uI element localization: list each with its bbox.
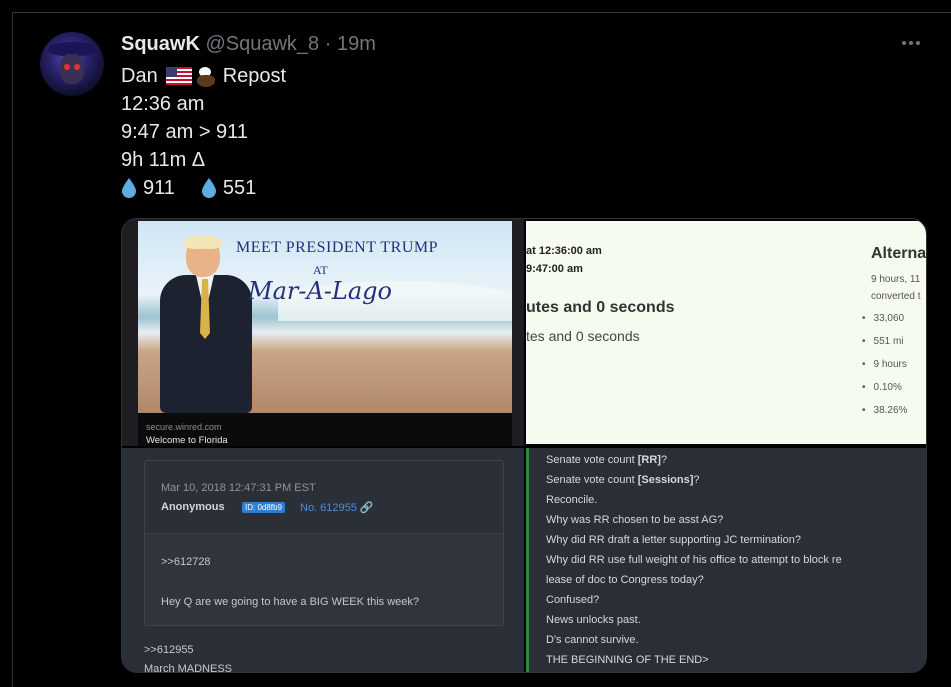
calc-bullet: 33,060 [862,311,907,334]
drop-line-2-bold: [Sessions] [637,474,694,486]
tweet-line-1-suffix: Repost [222,65,287,87]
drop-line-8: Confused? [546,594,600,606]
post-reference: >>612728 [161,556,211,568]
media-image-4[interactable]: Senate vote count [RR]? Senate vote coun… [526,448,926,672]
tweet-line-2: 12:36 am [121,93,205,115]
calc-bullet: 551 mi [862,334,907,357]
ad-venue: Mar-A-Lago [248,277,392,305]
calc-line-1: at 12:36:00 am [526,245,602,257]
avatar-eye-right [74,64,80,70]
calc-alt-title: Alterna [871,245,926,262]
media-divider-horizontal [122,446,926,448]
ad-description: Welcome to Florida [146,435,228,446]
calc-line-2: 9:47:00 am [526,263,583,275]
calc-alt-line-2: converted t [871,291,921,302]
media-image-2[interactable]: at 12:36:00 am 9:47:00 am utes and 0 sec… [526,219,926,446]
calc-subheading: tes and 0 seconds [526,328,640,344]
tweet-text: Dan Repost 12:36 am 9:47 am > 911 9h 11m… [121,62,286,202]
reply-reference: >>612955 [144,644,194,656]
person-figure [152,235,256,413]
drop-value-2: 551 [222,177,257,199]
calc-bullet: 9 hours [862,357,907,380]
drop-line-2-suffix: ? [693,474,700,486]
tweet-line-3: 9:47 am > 911 [121,121,248,143]
drop-line-9: News unlocks past. [546,614,641,626]
eagle-icon [195,65,217,87]
tweet-line-5: 911 551 [121,174,286,202]
display-name[interactable]: SquawK [121,33,200,55]
more-dot [902,41,906,45]
droplet-icon [122,178,136,198]
ad-url[interactable]: secure.winred.com [146,422,222,432]
droplet-icon [201,178,216,198]
post-author: Anonymous [161,501,225,513]
drop-line-11: THE BEGINNING OF THE END> [546,654,709,666]
drop-text: Senate vote count [RR]? Senate vote coun… [546,450,842,670]
more-dot [909,41,913,45]
drop-line-1: Senate vote count [RR]? [546,450,842,470]
drop-line-2-prefix: Senate vote count [546,474,638,486]
forum-post: Mar 10, 2018 12:47:31 PM EST Anonymous I… [144,460,504,626]
post-date: Mar 10, 2018 12:47:31 PM EST [161,482,316,494]
media-grid: MEET PRESIDENT TRUMP AT Mar-A-Lago secur… [121,218,927,673]
timeline-top-divider [12,12,951,13]
drop-line-7: lease of doc to Congress today? [546,574,704,586]
avatar-eye-left [64,64,70,70]
ad-title: MEET PRESIDENT TRUMP [235,239,439,256]
separator-dot: · [324,33,332,55]
calc-bullet: 0.10% [862,380,907,403]
post-message: Hey Q are we going to have a BIG WEEK th… [161,596,420,608]
drop-line-10: D's cannot survive. [546,634,639,646]
avatar[interactable] [40,32,104,96]
ad-at: AT [313,263,328,277]
hair-shape [184,235,222,249]
us-flag-icon [165,67,192,85]
tweet-timestamp[interactable]: 19m [337,33,376,55]
forum-post-header: Mar 10, 2018 12:47:31 PM EST Anonymous I… [145,461,503,534]
drop-line-3: Reconcile. [546,494,598,506]
drop-line-1-suffix: ? [660,454,668,466]
calc-bullet-list: 33,060 551 mi 9 hours 0.10% 38.26% [862,311,908,426]
drop-line-1-prefix: Senate vote count [546,454,638,466]
post-id-badge: ID: 0d8fb9 [242,502,285,513]
calc-alt-line-1: 9 hours, 11 [871,274,921,285]
drop-line-4: Why was RR chosen to be asst AG? [546,514,724,526]
time-calculator-screenshot: at 12:36:00 am 9:47:00 am utes and 0 sec… [526,221,926,444]
more-dot [916,41,920,45]
user-handle[interactable]: @Squawk_8 [205,33,319,55]
post-number-link: No. 612955 🔗 [300,502,374,514]
ad-photo: MEET PRESIDENT TRUMP AT Mar-A-Lago [138,221,512,413]
quote-bar [526,448,529,672]
tweet-line-4: 9h 11m Δ [121,149,206,171]
media-image-1[interactable]: MEET PRESIDENT TRUMP AT Mar-A-Lago secur… [122,219,524,446]
tweet-line-1: Dan Repost [121,62,286,90]
tweet-header: SquawK @Squawk_8 · 19m [121,32,376,56]
drop-line-1-bold: [RR] [637,454,661,466]
tweet-line-1-prefix: Dan [121,65,158,87]
drop-value-1: 911 [143,177,175,199]
timeline-left-divider [12,12,13,687]
drop-line-5: Why did RR draft a letter supporting JC … [546,534,801,546]
calc-bullet: 38.26% [862,403,908,426]
ad-card[interactable]: MEET PRESIDENT TRUMP AT Mar-A-Lago secur… [138,221,512,446]
drop-line-6: Why did RR use full weight of his office… [546,554,842,566]
more-options-icon[interactable] [902,36,924,50]
calc-heading: utes and 0 seconds [526,299,675,316]
media-image-3[interactable]: Mar 10, 2018 12:47:31 PM EST Anonymous I… [122,448,524,673]
drop-line-2: Senate vote count [Sessions]? [546,470,842,490]
avatar-face-shape [60,54,84,84]
reply-message: March MADNESS [144,663,233,673]
